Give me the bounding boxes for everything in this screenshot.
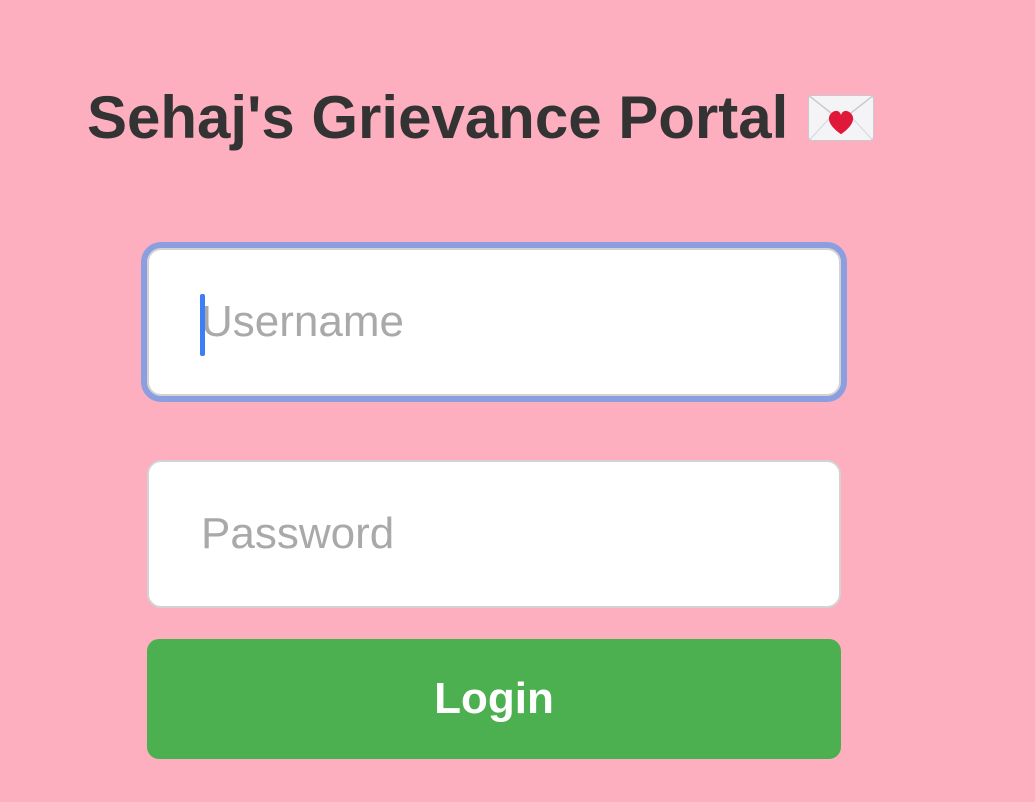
text-cursor xyxy=(200,294,205,356)
password-field[interactable] xyxy=(147,460,841,608)
username-input[interactable] xyxy=(149,250,839,394)
username-field[interactable] xyxy=(147,248,841,396)
password-input[interactable] xyxy=(149,462,839,606)
login-button[interactable]: Login xyxy=(147,639,841,759)
page-title-text: Sehaj's Grievance Portal xyxy=(87,84,789,151)
page-title: Sehaj's Grievance Portal xyxy=(87,82,875,154)
love-letter-icon xyxy=(808,95,875,141)
